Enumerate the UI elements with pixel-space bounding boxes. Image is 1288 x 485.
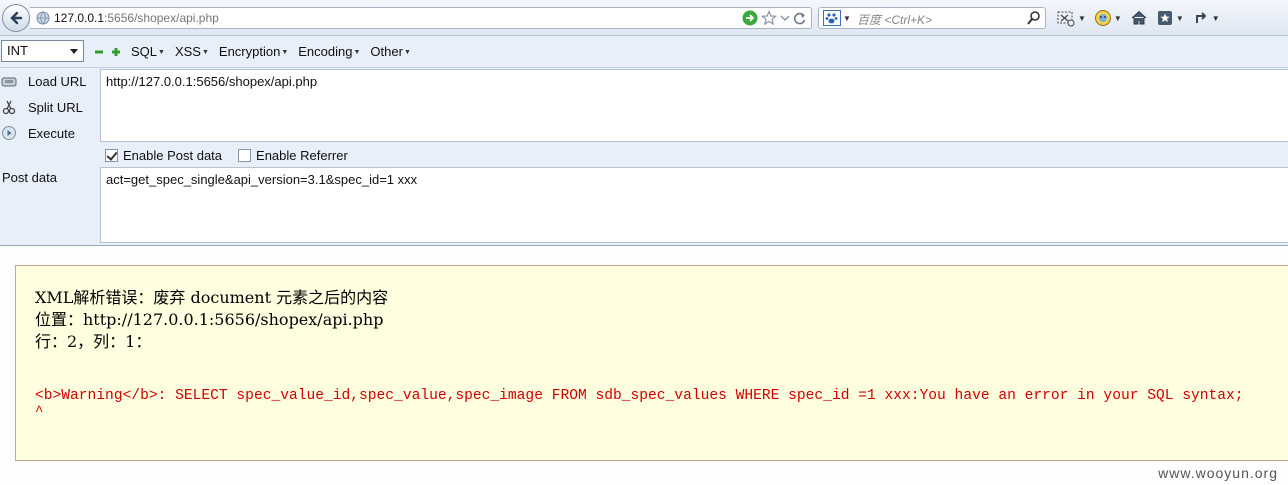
checkbox-checked[interactable] [105,149,118,162]
menu-xss-label: XSS [174,44,201,59]
menu-encoding-label: Encoding [298,44,353,59]
execute-label: Execute [28,125,75,141]
chevron-down-icon: ▼ [1078,13,1086,23]
menu-encoding[interactable]: Encoding ▼ [298,44,360,59]
error-title: XML解析错误：废弃 document 元素之后的内容 [35,288,389,307]
address-text[interactable]: 127.0.0.1:5656/shopex/api.php [54,11,219,25]
sql-warning-text: <b>Warning</b>: SELECT spec_value_id,spe… [35,388,1244,404]
url-textarea[interactable]: http://127.0.0.1:5656/shopex/api.php [100,69,1288,142]
load-url-label: Load URL [28,73,87,89]
watermark: www.wooyun.org [1158,465,1278,481]
post-data-value: act=get_spec_single&api_version=3.1&spec… [106,172,418,187]
search-engine-selector[interactable]: ▼ [823,10,851,26]
post-data-label: Post data [2,170,57,185]
reload-icon[interactable] [793,10,807,26]
type-select-value: INT [7,43,28,58]
screenshot-tool[interactable]: ▼ [1056,6,1086,30]
chevron-down-icon: ▼ [403,49,411,56]
address-bar[interactable]: 127.0.0.1:5656/shopex/api.php [30,7,812,29]
search-bar[interactable]: ▼ 百度 <Ctrl+K> [818,7,1046,29]
chevron-down-icon: ▼ [158,49,165,56]
hackbar-panel: Load URL Split URL Execute http://127.0.… [0,68,1288,246]
back-arrow-icon [10,11,23,25]
play-icon [2,126,16,140]
enable-referrer-label: Enable Referrer [256,148,348,163]
smiley-icon [1094,10,1111,26]
menu-other-label: Other [370,44,403,59]
go-arrow-icon[interactable] [742,10,758,26]
menu-encryption-label: Encryption [218,44,281,59]
post-data-textarea[interactable]: act=get_spec_single&api_version=3.1&spec… [100,167,1288,243]
execute-button[interactable]: Execute [0,124,75,142]
scissors-icon [2,100,16,115]
checkbox-unchecked[interactable] [238,149,252,162]
menu-encryption[interactable]: Encryption ▼ [219,44,288,59]
screenshot-icon [1057,11,1075,27]
back-button[interactable] [2,4,30,32]
chevron-down-icon: ▼ [1211,13,1220,23]
error-position: 行：2，列：1： [35,332,152,351]
chevron-down-icon [70,49,78,54]
chevron-down-icon: ▼ [843,13,851,23]
split-url-label: Split URL [28,99,83,115]
type-select[interactable]: INT [1,40,84,62]
home-icon [1131,10,1147,25]
load-url-icon [1,77,17,87]
page-content: XML解析错误：废弃 document 元素之后的内容 位置：http://12… [0,247,1288,485]
chevron-down-icon: ▼ [1175,13,1184,23]
menu-xss[interactable]: XSS ▼ [175,44,209,59]
address-host: 127.0.0.1 [54,11,105,25]
history-dropdown-icon[interactable] [780,10,790,26]
home-button[interactable] [1130,6,1148,30]
hackbar-menu-row: INT SQL ▼ XSS ▼ Encryption ▼ Encoding ▼ Othe… [0,36,1288,68]
chevron-down-icon: ▼ [201,49,209,56]
chevron-down-icon: ▼ [353,49,361,56]
error-caret: ^ [35,404,44,420]
minus-icon[interactable] [94,47,104,57]
menu-sql-label: SQL [131,44,158,59]
menu-other[interactable]: Other ▼ [370,44,410,59]
address-path: :5656/shopex/api.php [104,11,219,25]
bookmarks-button[interactable]: ▼ [1156,6,1184,30]
search-icon[interactable] [1026,10,1042,26]
navigation-toolbar: 127.0.0.1:5656/shopex/api.php ▼ 百度 <Ctrl… [0,0,1288,36]
xml-error-panel: XML解析错误：废弃 document 元素之后的内容 位置：http://12… [15,265,1288,461]
baidu-paw-icon [823,10,841,26]
chevron-down-icon: ▼ [281,49,289,56]
bookmark-star-icon[interactable] [761,10,777,26]
undo-arrow-icon [1195,12,1207,23]
error-location: 位置：http://127.0.0.1:5656/shopex/api.php [35,310,384,329]
chevron-down-icon: ▼ [1113,13,1122,23]
globe-icon [36,11,50,25]
undo-close-button[interactable]: ▼ [1192,6,1220,30]
load-url-button[interactable]: Load URL [0,72,87,90]
addon-tool[interactable]: ▼ [1094,6,1122,30]
plus-icon[interactable] [111,47,121,57]
enable-post-checkbox[interactable]: Enable Post data [105,148,222,163]
split-url-button[interactable]: Split URL [0,98,83,116]
search-placeholder: 百度 <Ctrl+K> [857,13,933,27]
menu-sql[interactable]: SQL ▼ [131,44,165,59]
enable-referrer-checkbox[interactable]: Enable Referrer [238,148,348,163]
enable-post-label: Enable Post data [123,148,223,163]
bookmarks-icon [1157,11,1172,25]
